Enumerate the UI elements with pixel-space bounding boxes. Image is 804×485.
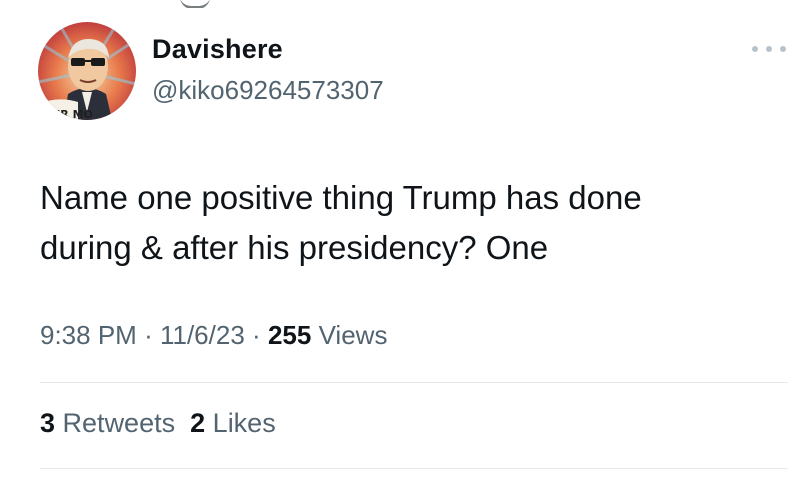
avatar[interactable]: OUR MO [38, 22, 136, 120]
views-count: 255 [267, 320, 312, 350]
more-options-button[interactable] [752, 42, 786, 56]
retweets-stat[interactable]: 3 Retweets [40, 408, 175, 438]
engagement-stats: 3 Retweets 2 Likes [40, 408, 276, 439]
retweets-label: Retweets [62, 408, 176, 438]
author-handle[interactable]: @kiko69264573307 [152, 75, 384, 106]
more-horizontal-icon-dot [766, 46, 772, 52]
tweet-date[interactable]: 11/6/23 [160, 320, 245, 350]
divider [40, 468, 788, 469]
clipped-glyph [180, 0, 210, 8]
meta-separator: · [252, 320, 261, 350]
tweet-text-line: during & after his presidency? One [40, 229, 549, 266]
tweet-metadata: 9:38 PM · 11/6/23 · 255 Views [40, 320, 387, 351]
more-horizontal-icon-dot [780, 46, 786, 52]
avatar-lettering: OUR MO [42, 108, 93, 120]
previous-content-clip [0, 0, 804, 8]
likes-label: Likes [212, 408, 276, 438]
tweet-text: Name one positive thing Trump has done d… [40, 173, 740, 273]
retweets-count: 3 [40, 408, 56, 438]
views-label: Views [318, 320, 388, 350]
meta-separator: · [144, 320, 153, 350]
likes-stat[interactable]: 2 Likes [190, 408, 276, 438]
tweet-time[interactable]: 9:38 PM [40, 320, 137, 350]
divider [40, 382, 788, 383]
author-display-name[interactable]: Davishere [152, 34, 283, 65]
avatar-image: OUR MO [38, 22, 136, 120]
more-horizontal-icon [752, 46, 758, 52]
tweet-text-line: Name one positive thing Trump has done [40, 179, 642, 216]
likes-count: 2 [190, 408, 206, 438]
